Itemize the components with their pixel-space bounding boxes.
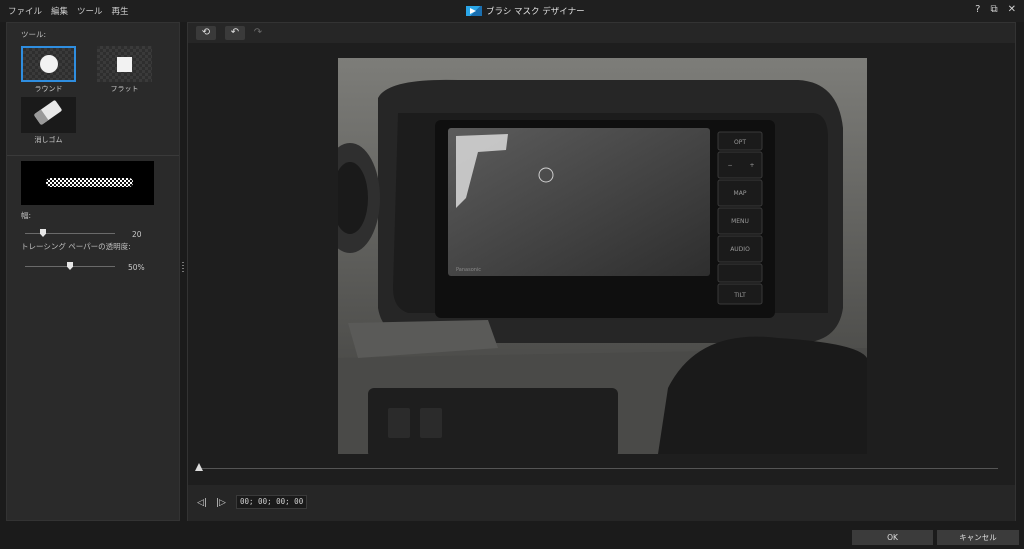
canvas-toolbar: ⟲ ↶ ↷ [188, 23, 1015, 43]
width-label: 幅: [21, 211, 32, 220]
round-brush-thumb [21, 46, 76, 82]
round-brush-icon [39, 55, 58, 73]
close-icon[interactable]: ✕ [1008, 4, 1016, 15]
menu-edit[interactable]: 編集 [51, 5, 68, 17]
playback-bar: ◁| |▷ 00; 00; 00; 00 [188, 485, 1015, 521]
menu-file[interactable]: ファイル [8, 5, 42, 17]
panel-splitter-handle[interactable] [182, 262, 184, 274]
eraser-thumb [21, 97, 76, 133]
flat-brush-thumb [97, 46, 152, 82]
menu-bar: ファイル 編集 ツール 再生 [8, 5, 129, 17]
opacity-slider[interactable] [25, 262, 115, 270]
opacity-slider-handle[interactable] [67, 262, 73, 270]
device-btn-plus: + [749, 162, 754, 169]
width-slider-track [25, 233, 115, 234]
width-slider-handle[interactable] [40, 229, 46, 237]
width-slider[interactable] [25, 229, 115, 237]
timeline-track [198, 468, 998, 469]
device-btn-tilt: TILT [733, 292, 746, 299]
previous-frame-icon[interactable]: ◁| [197, 498, 207, 508]
tools-label: ツール: [21, 30, 47, 39]
device-btn-menu: MENU [731, 218, 749, 225]
device-btn-minus: − [727, 162, 732, 169]
timecode-display: 00; 00; 00; 00 [236, 495, 308, 509]
device-btn-map: MAP [734, 190, 747, 197]
flat-brush-icon [117, 56, 132, 72]
brush-stroke-sample [46, 178, 133, 187]
mask-canvas[interactable]: OPT − + MAP MENU AUDIO TILT Panasonic [338, 58, 867, 454]
divider [7, 155, 179, 156]
device-brand: Panasonic [456, 267, 481, 273]
tool-flat-label: フラット [110, 85, 139, 93]
reset-icon[interactable]: ⟲ [196, 26, 216, 40]
tool-round-label: ラウンド [34, 85, 63, 93]
next-frame-icon[interactable]: |▷ [216, 498, 226, 508]
window-title: ブラシ マスク デザイナー [486, 7, 585, 17]
device-btn-audio: AUDIO [730, 246, 750, 253]
playhead-marker[interactable] [195, 463, 203, 471]
brush-preview [21, 161, 154, 205]
window-controls: ? ⧉ ✕ [975, 4, 1016, 15]
canvas-panel: ⟲ ↶ ↷ OPT − + MAP MENU AUDIO TILT Panaso… [187, 22, 1016, 521]
tool-eraser[interactable]: 消しゴム [21, 97, 76, 144]
app-logo-icon [466, 6, 482, 16]
device-btn-opt: OPT [734, 139, 746, 146]
tool-flat[interactable]: フラット [97, 46, 152, 93]
app-title: ブラシ マスク デザイナー [466, 5, 585, 17]
timeline[interactable] [195, 463, 998, 477]
undo-icon[interactable]: ↶ [225, 26, 245, 40]
title-bar: ファイル 編集 ツール 再生 ブラシ マスク デザイナー ? ⧉ ✕ [0, 0, 1024, 22]
opacity-value: 50% [128, 263, 145, 272]
canvas-image: OPT − + MAP MENU AUDIO TILT Panasonic [338, 58, 867, 454]
eraser-icon [33, 99, 63, 126]
width-value: 20 [132, 230, 142, 239]
opacity-label: トレーシング ペーパーの透明度: [21, 242, 131, 251]
tool-round[interactable]: ラウンド [21, 46, 76, 93]
restore-icon[interactable]: ⧉ [990, 4, 997, 15]
tool-eraser-label: 消しゴム [34, 136, 63, 144]
menu-play[interactable]: 再生 [112, 5, 129, 17]
menu-tools[interactable]: ツール [77, 5, 103, 17]
tools-panel: ツール: ラウンド フラット 消しゴム 幅: 20 トレーシング ペーパーの透明… [6, 22, 180, 521]
cancel-button[interactable]: キャンセル [937, 530, 1019, 545]
ok-button[interactable]: OK [852, 530, 933, 545]
redo-icon[interactable]: ↷ [248, 26, 268, 40]
help-icon[interactable]: ? [975, 4, 980, 15]
